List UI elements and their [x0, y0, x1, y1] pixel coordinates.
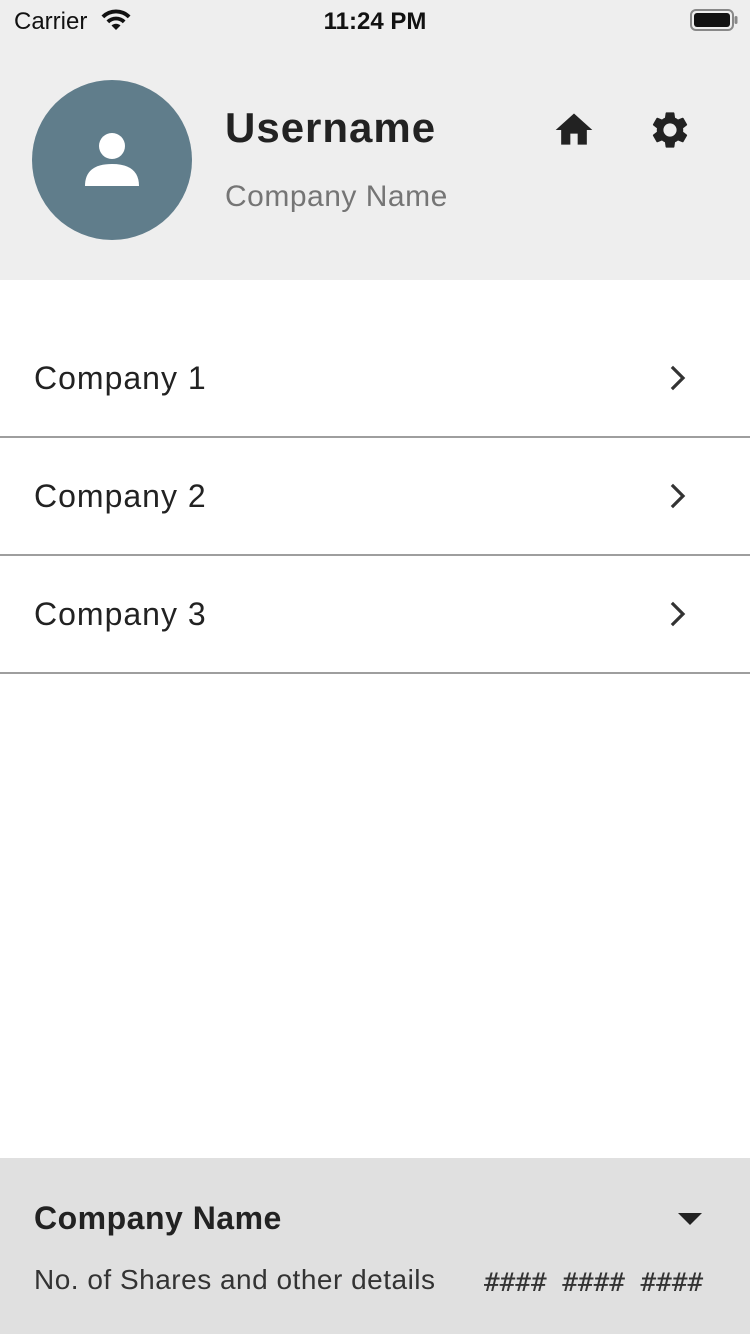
list-item-label: Company 3 [34, 596, 207, 632]
company-name-subtitle: Company Name [225, 180, 448, 213]
battery-icon [690, 9, 738, 31]
list-item-company-1[interactable]: Company 1 [0, 320, 750, 438]
profile-header: Username Company Name [0, 40, 750, 280]
company-list: Company 1 Company 2 Company 3 [0, 320, 750, 674]
avatar[interactable] [32, 80, 192, 240]
gear-icon[interactable] [648, 108, 692, 152]
panel-company-name: Company Name [34, 1200, 282, 1236]
chevron-right-icon [670, 365, 686, 391]
username: Username [225, 104, 437, 151]
shares-value: #### #### #### [484, 1268, 704, 1298]
home-icon[interactable] [552, 108, 596, 152]
company-details-panel: Company Name No. of Shares and other det… [0, 1158, 750, 1334]
status-time: 11:24 PM [323, 8, 427, 35]
list-item-label: Company 1 [34, 360, 207, 396]
caret-down-icon[interactable] [672, 1206, 708, 1230]
chevron-right-icon [670, 483, 686, 509]
status-bar: Carrier 11:24 PM [0, 0, 750, 40]
chevron-right-icon [670, 601, 686, 627]
list-item-company-3[interactable]: Company 3 [0, 556, 750, 674]
list-item-label: Company 2 [34, 478, 207, 514]
shares-details-label: No. of Shares and other details [34, 1264, 436, 1295]
person-icon [85, 133, 139, 186]
list-item-company-2[interactable]: Company 2 [0, 438, 750, 556]
